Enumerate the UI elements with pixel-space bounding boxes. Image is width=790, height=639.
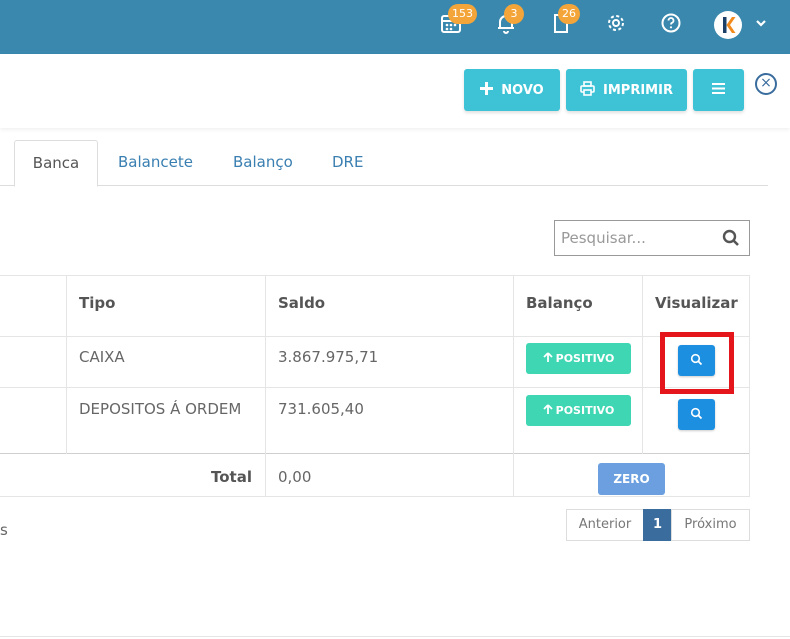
table-top-border — [0, 275, 750, 276]
search-input[interactable] — [561, 227, 711, 249]
total-value: 0,00 — [278, 468, 312, 486]
zero-badge[interactable]: ZERO — [598, 463, 665, 495]
close-icon[interactable]: × — [755, 73, 777, 95]
pagination-page-1[interactable]: 1 — [643, 509, 672, 541]
header-saldo[interactable]: Saldo — [278, 294, 325, 312]
row2-positive-label: POSITIVO — [555, 404, 615, 417]
arrow-up-icon — [543, 351, 553, 366]
avatar[interactable] — [714, 11, 742, 39]
row1-tipo: CAIXA — [79, 348, 125, 366]
menu-button[interactable] — [693, 69, 744, 111]
row1-saldo: 3.867.975,71 — [278, 348, 379, 366]
calendar-badge: 153 — [448, 4, 477, 24]
chevron-down-icon[interactable] — [752, 14, 774, 36]
highlight-box — [660, 332, 734, 394]
table-header-border — [0, 336, 750, 337]
table-col-divider — [265, 275, 266, 497]
row2-view-button[interactable] — [678, 399, 715, 430]
table-col-divider — [642, 275, 643, 454]
pagination-next[interactable]: Próximo — [671, 509, 750, 541]
total-label: Total — [211, 468, 252, 486]
search-icon — [690, 405, 703, 424]
table-footer-border — [0, 496, 750, 497]
row2-saldo: 731.605,40 — [278, 400, 364, 418]
printer-icon — [580, 80, 595, 100]
new-button[interactable]: NOVO — [464, 69, 560, 111]
header-tipo[interactable]: Tipo — [79, 294, 115, 312]
gear-icon[interactable] — [605, 12, 627, 34]
print-button[interactable]: IMPRIMIR — [566, 69, 687, 111]
pagination-prev[interactable]: Anterior — [566, 509, 644, 541]
bell-badge: 3 — [504, 4, 524, 24]
tab-balancete[interactable]: Balancete — [118, 140, 193, 186]
tab-banca[interactable]: Banca — [14, 140, 98, 187]
table-col-divider — [749, 275, 750, 497]
search-box — [554, 220, 750, 256]
table-row-border — [0, 387, 750, 388]
top-navbar: 153 3 26 — [0, 0, 790, 54]
header-balanco[interactable]: Balanço — [526, 294, 593, 312]
table-body-border — [0, 453, 750, 454]
hamburger-icon — [712, 82, 725, 98]
arrow-up-icon — [543, 403, 553, 418]
tab-bar: Banca Balancete Balanço DRE — [0, 140, 768, 187]
header-visualizar[interactable]: Visualizar — [655, 294, 738, 312]
page-bottom-divider — [0, 636, 790, 637]
question-icon[interactable] — [660, 12, 682, 34]
plus-icon — [480, 81, 494, 99]
table-col-divider — [513, 275, 514, 497]
document-badge: 26 — [558, 4, 580, 24]
new-button-label: NOVO — [501, 82, 544, 98]
table-info-text: s — [0, 521, 8, 539]
print-button-label: IMPRIMIR — [603, 82, 673, 98]
row1-positive-label: POSITIVO — [555, 352, 615, 365]
row2-positive-badge[interactable]: POSITIVO — [526, 395, 631, 426]
table-col-divider — [66, 275, 67, 454]
row2-tipo: DEPOSITOS Á ORDEM — [79, 400, 242, 418]
search-icon[interactable] — [722, 229, 740, 251]
tab-balanco[interactable]: Balanço — [233, 140, 293, 186]
row1-positive-badge[interactable]: POSITIVO — [526, 343, 631, 374]
tab-dre[interactable]: DRE — [332, 140, 363, 186]
